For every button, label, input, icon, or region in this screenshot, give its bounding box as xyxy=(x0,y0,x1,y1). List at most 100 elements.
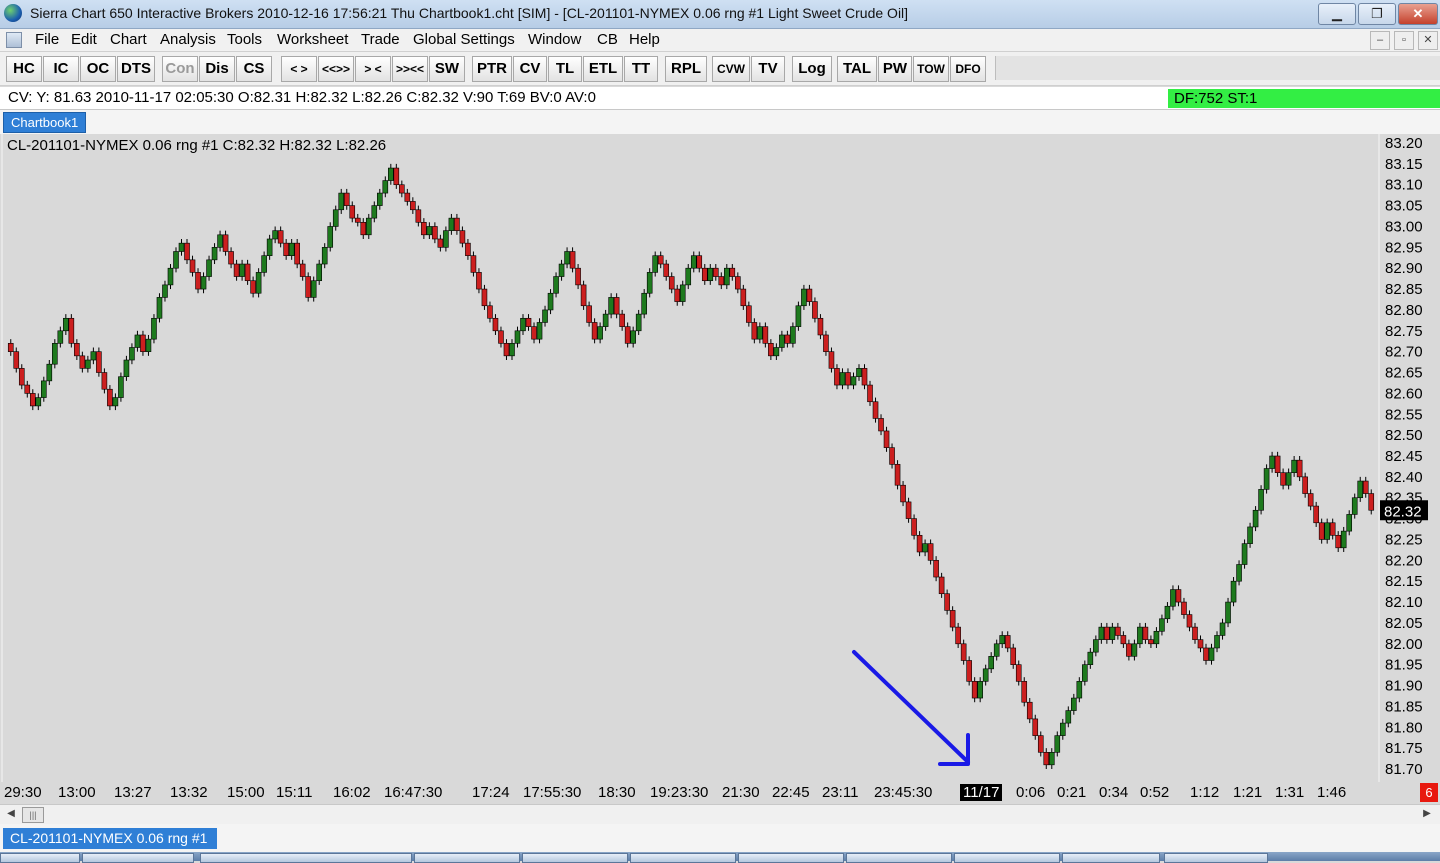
ic-button[interactable]: IC xyxy=(43,56,79,82)
start-button[interactable] xyxy=(0,853,80,863)
time-label: 23:11 xyxy=(822,784,859,801)
menu-cb[interactable]: CB xyxy=(597,31,618,48)
price-chart[interactable]: 83.20 83.15 83.10 83.05 83.00 82.95 82.90 82.85… xyxy=(0,134,1440,782)
candle-body xyxy=(1346,514,1353,532)
candle-body xyxy=(503,343,510,357)
mdi-minimize-button[interactable]: – xyxy=(1370,31,1390,50)
rpl-button[interactable]: RPL xyxy=(665,56,707,82)
taskbar-item[interactable] xyxy=(954,853,1060,863)
taskbar-item[interactable] xyxy=(82,853,194,863)
restore-button[interactable]: ❐ xyxy=(1358,3,1396,25)
candle-body xyxy=(746,305,752,323)
menu-analysis[interactable]: Analysis xyxy=(160,31,216,48)
candle-body xyxy=(1236,564,1242,582)
minimize-button[interactable]: ▁ xyxy=(1318,3,1356,25)
menu-help[interactable]: Help xyxy=(629,31,660,48)
chart-window-icon[interactable] xyxy=(6,32,22,48)
cv-button[interactable]: CV xyxy=(513,56,547,82)
menu-tools[interactable]: Tools xyxy=(227,31,262,48)
candle-body xyxy=(233,263,240,277)
current-price-label: 82.32 xyxy=(1384,503,1422,520)
candle-body xyxy=(443,230,449,248)
chart-canvas[interactable]: 83.20 83.15 83.10 83.05 83.00 82.95 82.90 82.85… xyxy=(0,134,1440,782)
hc-button[interactable]: HC xyxy=(6,56,42,82)
candle-body xyxy=(178,242,185,252)
candle-body xyxy=(74,343,80,357)
menu-trade[interactable]: Trade xyxy=(361,31,400,48)
scroll-right-arrow-icon[interactable]: ▶ xyxy=(1420,807,1434,821)
candle-body xyxy=(839,372,846,386)
tab-chartbook1[interactable]: Chartbook1 xyxy=(3,112,87,133)
compress-more-button[interactable]: >><< xyxy=(392,56,428,82)
menu-chart[interactable]: Chart xyxy=(110,31,147,48)
tt-button[interactable]: TT xyxy=(624,56,658,82)
price-label: 82.10 xyxy=(1385,594,1423,611)
horizontal-scrollbar[interactable]: ◀ ||| ▶ xyxy=(0,804,1440,824)
candle-body xyxy=(140,334,146,352)
candle-body xyxy=(167,267,174,286)
menu-window[interactable]: Window xyxy=(528,31,581,48)
close-button[interactable]: ✕ xyxy=(1398,3,1438,25)
taskbar-item[interactable] xyxy=(414,853,520,863)
candle-body xyxy=(487,305,493,319)
taskbar-item[interactable] xyxy=(1164,853,1268,863)
candle-body xyxy=(1241,543,1248,565)
tal-button[interactable]: TAL xyxy=(837,56,877,82)
candle-body xyxy=(1340,530,1347,549)
candle-body xyxy=(1296,459,1303,478)
menu-worksheet[interactable]: Worksheet xyxy=(277,31,348,48)
candle-up xyxy=(1230,577,1237,607)
ptr-button[interactable]: PTR xyxy=(472,56,512,82)
menu-file[interactable]: File xyxy=(35,31,59,48)
candle-body xyxy=(393,167,400,186)
price-label: 82.90 xyxy=(1385,260,1423,277)
candle-body xyxy=(332,209,339,227)
cvw-button[interactable]: CVW xyxy=(712,56,750,82)
con-button[interactable]: Con xyxy=(162,56,198,82)
etl-button[interactable]: ETL xyxy=(583,56,623,82)
time-label: 0:06 xyxy=(1016,784,1046,801)
candle-body xyxy=(459,230,466,244)
menu-global-settings[interactable]: Global Settings xyxy=(413,31,515,48)
menu-edit[interactable]: Edit xyxy=(71,31,97,48)
taskbar-item[interactable] xyxy=(738,853,844,863)
scroll-both-button[interactable]: < > xyxy=(281,56,317,82)
tv-button[interactable]: TV xyxy=(751,56,785,82)
scroll-left-arrow-icon[interactable]: ◀ xyxy=(4,807,18,821)
candle-body xyxy=(354,217,361,223)
candle-body xyxy=(189,259,196,273)
app-globe-icon[interactable] xyxy=(4,4,22,22)
candle-body xyxy=(206,259,212,277)
dts-button[interactable]: DTS xyxy=(117,56,155,82)
tab-chart-cl-201101[interactable]: CL-201101-NYMEX 0.06 rng #1 xyxy=(3,828,218,849)
candle-body xyxy=(817,317,824,336)
candle-body xyxy=(1351,497,1358,515)
candle-body xyxy=(96,351,102,373)
pw-button[interactable]: PW xyxy=(878,56,912,82)
scroll-thumb[interactable]: ||| xyxy=(22,807,44,823)
taskbar-item[interactable] xyxy=(630,853,736,863)
expand-button[interactable]: <<>> xyxy=(318,56,354,82)
mdi-close-button[interactable]: ✕ xyxy=(1418,31,1438,50)
price-label: 81.75 xyxy=(1385,740,1423,757)
candle-body xyxy=(1126,643,1132,657)
taskbar-item[interactable] xyxy=(846,853,952,863)
tl-button[interactable]: TL xyxy=(548,56,582,82)
candle-body xyxy=(85,359,91,369)
candle-body xyxy=(635,313,642,332)
candle-body xyxy=(834,368,840,386)
price-label: 81.70 xyxy=(1385,761,1423,778)
candle-down xyxy=(894,460,901,490)
log-button[interactable]: Log xyxy=(792,56,832,82)
tow-button[interactable]: TOW xyxy=(913,56,949,82)
cs-button[interactable]: CS xyxy=(236,56,272,82)
mdi-restore-button[interactable]: ▫ xyxy=(1394,31,1414,50)
oc-button[interactable]: OC xyxy=(80,56,116,82)
taskbar-item[interactable] xyxy=(200,853,412,863)
sw-button[interactable]: SW xyxy=(429,56,465,82)
dfo-button[interactable]: DFO xyxy=(950,56,986,82)
taskbar-item[interactable] xyxy=(1062,853,1160,863)
dis-button[interactable]: Dis xyxy=(199,56,235,82)
compress-button[interactable]: > < xyxy=(355,56,391,82)
taskbar-item[interactable] xyxy=(522,853,628,863)
